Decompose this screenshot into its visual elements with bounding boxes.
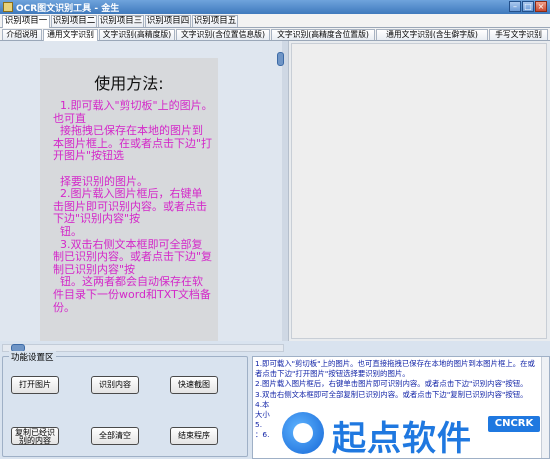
tab-intro[interactable]: 介绍说明: [2, 29, 42, 40]
app-icon: [3, 2, 13, 12]
title-bar: OCR图文识别工具 - 金生 – □ ×: [0, 0, 550, 14]
copy-recognized-button[interactable]: 复制已经识别的内容: [11, 427, 59, 445]
tab-project-2[interactable]: 识别项目二: [51, 15, 97, 27]
function-group-label: 功能设置区: [9, 351, 56, 363]
instruction-card: 使用方法: 1.即可载入"剪切板"上的图片。也可直 接拖拽已保存在本地的图片到本…: [40, 58, 218, 341]
watermark-badge: CNCRK: [488, 416, 540, 432]
open-image-button[interactable]: 打开图片: [11, 376, 59, 394]
tab-general-ocr[interactable]: 通用文字识别: [43, 29, 98, 41]
image-vertical-scroll-thumb[interactable]: [277, 52, 284, 66]
exit-program-button[interactable]: 结束程序: [170, 427, 218, 445]
watermark: 起点软件 CNCRK: [276, 408, 550, 459]
result-text-pane[interactable]: [288, 41, 550, 341]
mode-tab-strip: 介绍说明 通用文字识别 文字识别(高精度版) 文字识别(含位置信息版) 文字识别…: [0, 28, 550, 41]
result-textbox[interactable]: [291, 43, 547, 339]
image-pane[interactable]: 使用方法: 1.即可载入"剪切板"上的图片。也可直 接拖拽已保存在本地的图片到本…: [0, 41, 282, 341]
instruction-title: 使用方法:: [94, 74, 164, 93]
window-title: OCR图文识别工具 - 金生: [16, 4, 120, 14]
tab-handwriting[interactable]: 手写文字识别: [489, 29, 548, 40]
tab-rare-chars[interactable]: 通用文字识别(含生僻字版): [376, 29, 488, 40]
maximize-button[interactable]: □: [522, 1, 534, 12]
instruction-body: 1.即可载入"剪切板"上的图片。也可直 接拖拽已保存在本地的图片到本图片框上。在…: [53, 99, 213, 314]
minimize-button[interactable]: –: [509, 1, 521, 12]
recognize-button[interactable]: 识别内容: [91, 376, 139, 394]
tab-with-position[interactable]: 文字识别(含位置信息版): [176, 29, 270, 40]
watermark-logo-icon: [282, 412, 324, 454]
tab-project-1[interactable]: 识别项目一: [2, 15, 50, 28]
tab-project-4[interactable]: 识别项目四: [145, 15, 191, 27]
project-tab-strip: 识别项目一 识别项目二 识别项目三 识别项目四 识别项目五: [0, 14, 550, 28]
quick-screenshot-button[interactable]: 快速截图: [170, 376, 218, 394]
clear-all-button[interactable]: 全部清空: [91, 427, 139, 445]
tab-project-5[interactable]: 识别项目五: [192, 15, 238, 27]
close-button[interactable]: ×: [535, 1, 547, 12]
tab-project-3[interactable]: 识别项目三: [98, 15, 144, 27]
watermark-text: 起点软件: [332, 419, 472, 459]
tab-high-accuracy-position[interactable]: 文字识别(高精度含位置版): [271, 29, 375, 40]
function-group: 功能设置区 打开图片 识别内容 快速截图 复制已经识别的内容 全部清空 结束程序: [2, 351, 248, 457]
tab-high-accuracy[interactable]: 文字识别(高精度版): [99, 29, 175, 40]
